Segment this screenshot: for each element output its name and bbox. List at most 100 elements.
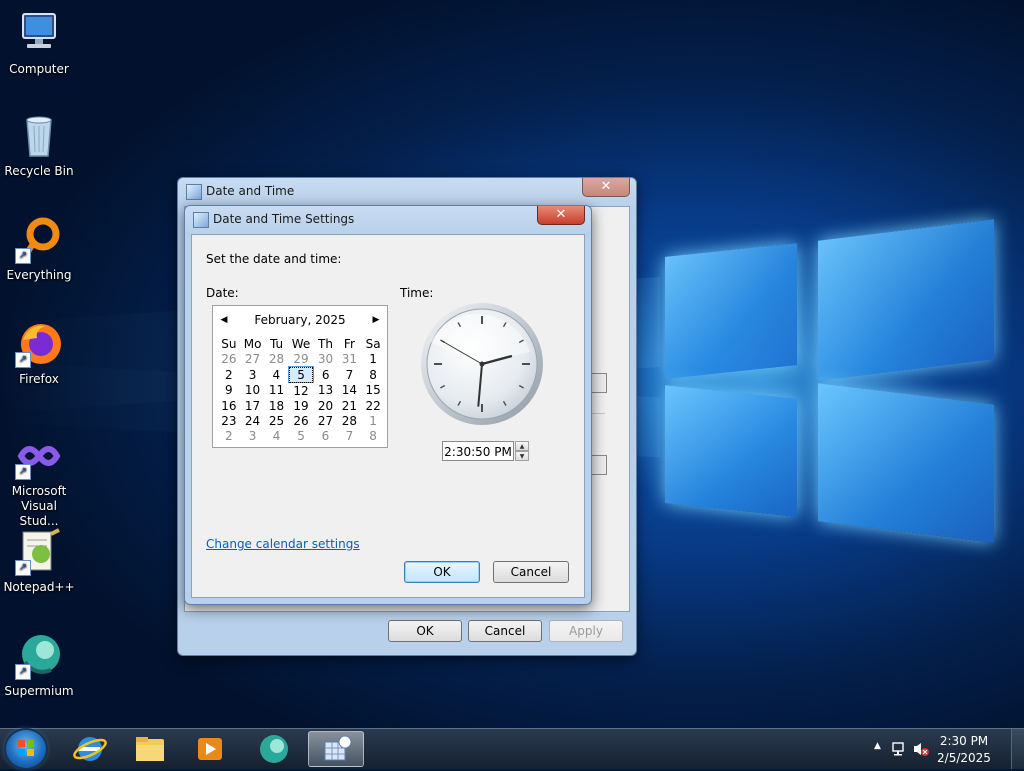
calendar-day[interactable]: 28 (264, 351, 288, 367)
calendar-day[interactable]: 21 (338, 398, 362, 413)
calendar-week-row: 2 3 4 5 6 7 8 (217, 366, 385, 383)
firefox-icon: ↗ (15, 320, 63, 368)
desktop-icon-notepad-plus-plus[interactable]: ↗ Notepad++ (0, 528, 78, 595)
volume-muted-icon[interactable] (912, 741, 930, 757)
desktop-icon-everything[interactable]: ↗ Everything (0, 216, 78, 283)
prev-month-arrow-icon[interactable]: ◀ (217, 313, 231, 327)
calendar-day[interactable]: 25 (264, 413, 288, 428)
desktop-icon-supermium[interactable]: ↗ Supermium (0, 632, 78, 699)
time-input[interactable]: 2:30:50 PM (442, 441, 514, 461)
calendar-day[interactable]: 6 (313, 367, 337, 383)
heading-text: Set the date and time: (206, 252, 342, 266)
time-spin-up-icon[interactable]: ▲ (515, 441, 529, 451)
calendar-day[interactable]: 9 (217, 383, 241, 399)
calendar-day[interactable]: 12 (289, 383, 314, 399)
calendar-day[interactable]: 3 (241, 428, 265, 443)
calendar-day[interactable]: 22 (361, 398, 385, 413)
calendar-day[interactable]: 8 (361, 367, 385, 383)
calendar-day[interactable]: 20 (313, 398, 337, 413)
weekday-label: We (291, 336, 311, 351)
taskbar-date[interactable]: 2/5/2025 (934, 751, 994, 765)
date-time-icon (193, 212, 209, 228)
cancel-button[interactable]: Cancel (493, 561, 569, 583)
calendar-day[interactable]: 8 (361, 428, 385, 443)
taskbar-date-time[interactable] (308, 731, 364, 767)
ok-button[interactable]: OK (388, 620, 462, 642)
date-label: Date: (206, 286, 239, 300)
calendar-day[interactable]: 23 (217, 413, 241, 428)
calendar-day[interactable]: 19 (289, 398, 314, 413)
ok-button[interactable]: OK (404, 561, 480, 583)
date-time-icon (324, 735, 352, 761)
calendar-day[interactable]: 26 (217, 351, 241, 367)
calendar-day[interactable]: 10 (241, 383, 265, 399)
desktop-icon-computer[interactable]: Computer (0, 10, 78, 77)
show-desktop-button[interactable] (1011, 729, 1024, 769)
desktop-icon-visual-studio[interactable]: ↗ Microsoft Visual Stud... (0, 432, 78, 529)
wallpaper-logo-pane (818, 219, 994, 381)
calendar-day[interactable]: 13 (313, 383, 337, 399)
time-label: Time: (400, 286, 434, 300)
calendar-day[interactable]: 30 (313, 351, 337, 367)
calendar[interactable]: February, 2025 ◀ ▶ Su Mo Tu We Th Fr Sa … (212, 305, 388, 448)
calendar-day[interactable]: 29 (289, 351, 314, 367)
calendar-day[interactable]: 11 (264, 383, 288, 399)
desktop-icon-firefox[interactable]: ↗ Firefox (0, 320, 78, 387)
calendar-day[interactable]: 5 (289, 428, 314, 443)
calendar-week-row: 9 10 11 12 13 14 15 (217, 383, 385, 399)
calendar-day[interactable]: 15 (361, 383, 385, 399)
calendar-day[interactable]: 1 (361, 413, 385, 428)
date-time-settings-dialog: Date and Time Settings ✕ Set the date an… (184, 205, 592, 605)
calendar-day[interactable]: 27 (241, 351, 265, 367)
taskbar: ▲ 2:30 PM 2/5/2025 (0, 728, 1024, 769)
calendar-day[interactable]: 3 (241, 367, 265, 383)
calendar-day[interactable]: 4 (264, 367, 288, 383)
calendar-day[interactable]: 7 (338, 428, 362, 443)
calendar-day[interactable]: 17 (241, 398, 265, 413)
title-bar[interactable]: Date and Time ✕ (178, 178, 636, 206)
calendar-day[interactable]: 14 (338, 383, 362, 399)
weekday-label: Tu (269, 336, 284, 351)
calendar-day[interactable]: 16 (217, 398, 241, 413)
network-icon[interactable] (892, 741, 908, 757)
visual-studio-icon: ↗ (15, 432, 63, 480)
taskbar-internet-explorer[interactable] (62, 731, 118, 767)
calendar-day[interactable]: 26 (289, 413, 314, 428)
start-button[interactable] (6, 730, 46, 768)
close-button[interactable]: ✕ (537, 206, 585, 225)
show-hidden-icons-arrow-icon[interactable]: ▲ (874, 741, 881, 751)
calendar-day-selected[interactable]: 5 (288, 366, 314, 383)
taskbar-time[interactable]: 2:30 PM (934, 734, 994, 748)
calendar-day[interactable]: 2 (217, 428, 241, 443)
cancel-button[interactable]: Cancel (468, 620, 542, 642)
weekday-label: Fr (343, 336, 355, 351)
calendar-day[interactable]: 18 (264, 398, 288, 413)
system-tray: ▲ 2:30 PM 2/5/2025 (864, 729, 1024, 769)
calendar-month-label[interactable]: February, 2025 (213, 313, 387, 327)
dialog-client-area: Set the date and time: Date: Time: Febru… (191, 234, 585, 598)
taskbar-file-explorer[interactable] (122, 731, 178, 767)
time-spin-down-icon[interactable]: ▼ (515, 451, 529, 461)
close-button[interactable]: ✕ (582, 178, 630, 197)
calendar-day[interactable]: 2 (217, 367, 241, 383)
desktop-icon-recycle-bin[interactable]: Recycle Bin (0, 112, 78, 179)
change-calendar-settings-link[interactable]: Change calendar settings (206, 537, 360, 551)
calendar-day[interactable]: 7 (338, 367, 362, 383)
dialog-title-bar[interactable]: Date and Time Settings ✕ (185, 206, 591, 234)
calendar-day[interactable]: 27 (313, 413, 337, 428)
calendar-day[interactable]: 1 (361, 351, 385, 367)
next-month-arrow-icon[interactable]: ▶ (369, 313, 383, 327)
everything-search-icon: ↗ (15, 216, 63, 264)
taskbar-media-player[interactable] (182, 731, 238, 767)
calendar-day[interactable]: 6 (313, 428, 337, 443)
date-time-icon (186, 184, 202, 200)
calendar-day[interactable]: 28 (338, 413, 362, 428)
media-player-icon (198, 738, 222, 760)
apply-button[interactable]: Apply (549, 620, 623, 642)
calendar-week-row: 2 3 4 5 6 7 8 (217, 428, 385, 443)
calendar-day[interactable]: 4 (264, 428, 288, 443)
taskbar-supermium[interactable] (246, 731, 302, 767)
calendar-day[interactable]: 31 (338, 351, 362, 367)
calendar-day[interactable]: 24 (241, 413, 265, 428)
analog-clock (421, 303, 543, 425)
